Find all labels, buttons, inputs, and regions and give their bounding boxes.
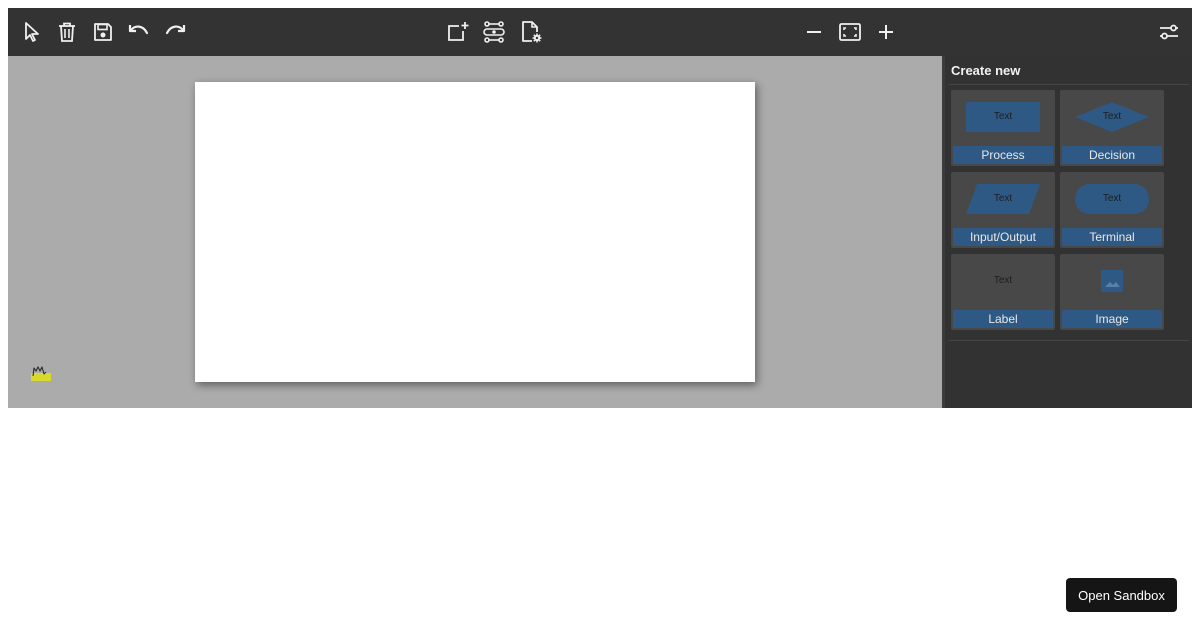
shape-image[interactable]: Image (1060, 254, 1164, 330)
shape-terminal[interactable]: Text Terminal (1060, 172, 1164, 248)
shape-input-output[interactable]: Text Input/Output (951, 172, 1055, 248)
delete-button[interactable] (53, 18, 81, 46)
shape-process[interactable]: Text Process (951, 90, 1055, 166)
shape-label: Image (1062, 310, 1162, 328)
add-node-icon (448, 22, 469, 41)
zoom-fit-button[interactable] (836, 18, 864, 46)
redo-button[interactable] (161, 18, 189, 46)
trash-icon (59, 22, 75, 42)
label-shape-preview: Text (994, 275, 1013, 286)
diagram-page[interactable] (195, 82, 755, 382)
minus-icon (807, 31, 821, 33)
save-icon (94, 23, 112, 41)
shape-sidebar: Create new Text Process Text Decision Te… (942, 56, 1192, 408)
shape-label: Terminal (1062, 228, 1162, 246)
file-settings-icon (522, 21, 542, 43)
image-icon (1101, 270, 1123, 292)
svg-text:Text: Text (994, 275, 1013, 286)
page-settings-button[interactable] (517, 18, 545, 46)
sliders-icon (1160, 24, 1178, 40)
zoom-out-button[interactable] (800, 18, 828, 46)
canvas-area[interactable] (8, 56, 942, 408)
connector-settings-button[interactable] (480, 18, 508, 46)
decision-shape-preview: Text (1075, 102, 1149, 132)
open-sandbox-button[interactable]: Open Sandbox (1066, 578, 1177, 612)
shape-label: Input/Output (953, 228, 1053, 246)
divider (948, 340, 1189, 341)
undo-icon (128, 25, 149, 35)
sidebar-title: Create new (951, 63, 1021, 78)
toolbar (8, 8, 1192, 56)
add-node-button[interactable] (444, 18, 472, 46)
shape-decision[interactable]: Text Decision (1060, 90, 1164, 166)
zoom-in-button[interactable] (872, 18, 900, 46)
svg-text:Text: Text (994, 111, 1013, 122)
parallelogram-shape-preview: Text (966, 184, 1040, 214)
shape-label: Label (953, 310, 1053, 328)
cursor-icon (25, 22, 39, 42)
shape-label-item[interactable]: Text Label (951, 254, 1055, 330)
pointer-tool-button[interactable] (18, 18, 46, 46)
diagram-editor: Create new Text Process Text Decision Te… (8, 8, 1192, 408)
route-icon (483, 21, 505, 43)
process-shape-preview: Text (966, 102, 1040, 132)
svg-text:Text: Text (1103, 193, 1122, 204)
preferences-button[interactable] (1155, 18, 1183, 46)
svg-text:Text: Text (1103, 111, 1122, 122)
svg-text:Text: Text (994, 193, 1013, 204)
shape-label: Decision (1062, 146, 1162, 164)
undo-button[interactable] (125, 18, 153, 46)
signature-logo (31, 362, 51, 382)
fit-screen-icon (839, 23, 861, 41)
divider (948, 84, 1189, 85)
redo-icon (165, 25, 186, 35)
terminal-shape-preview: Text (1075, 184, 1149, 214)
shape-label: Process (953, 146, 1053, 164)
save-button[interactable] (89, 18, 117, 46)
plus-icon (879, 25, 893, 39)
